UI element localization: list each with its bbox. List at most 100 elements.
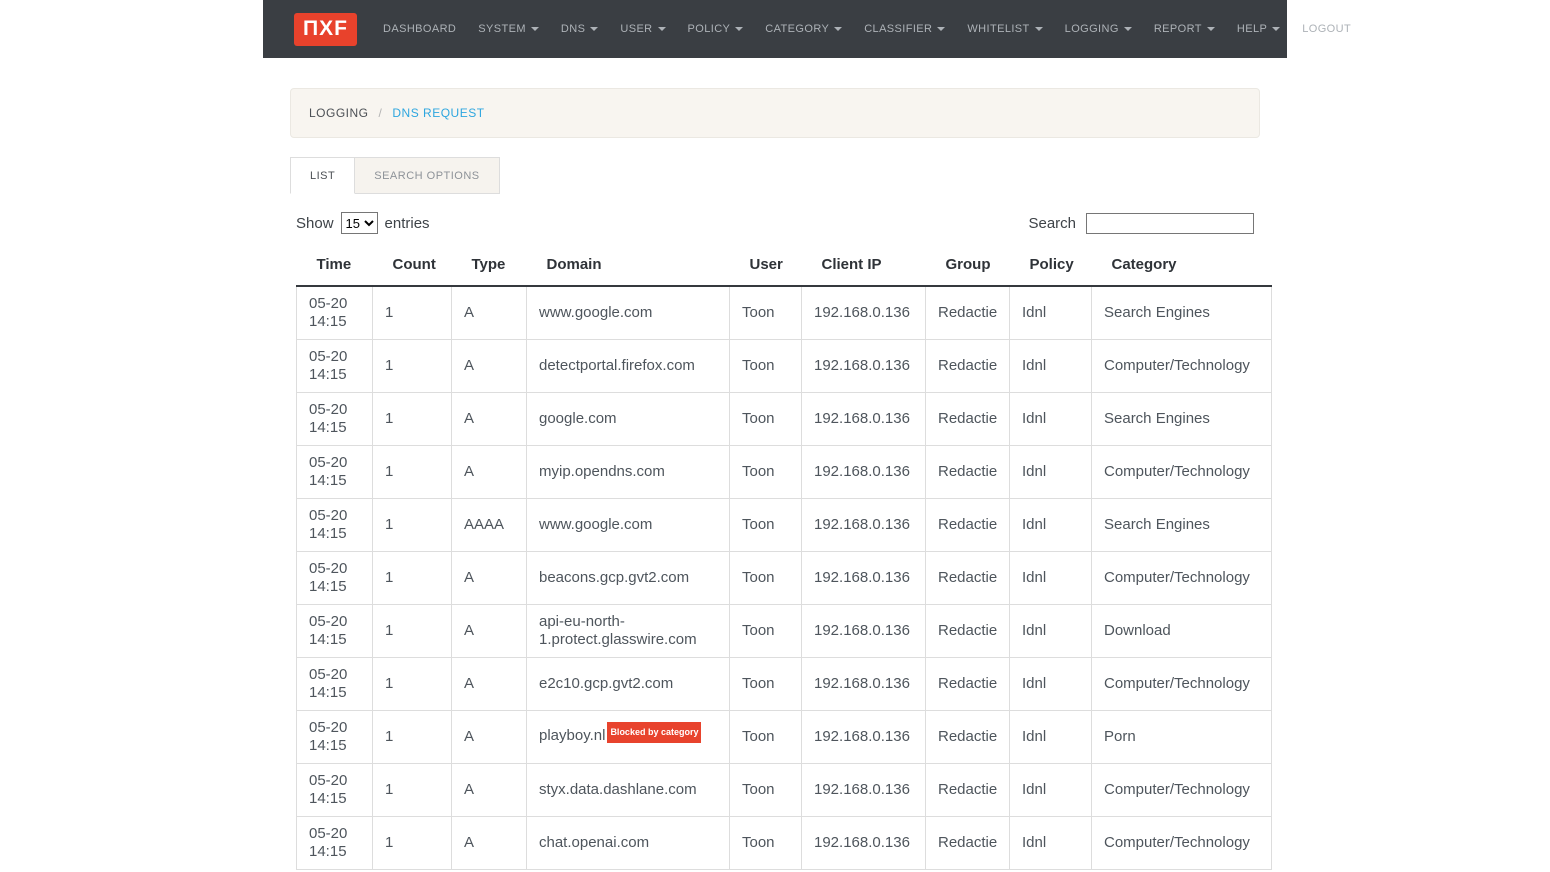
cell-type: A: [452, 286, 527, 340]
page-size-control: Show 15 entries: [296, 212, 430, 234]
column-header-client_ip[interactable]: Client IP: [802, 246, 926, 286]
cell-policy: Idnl: [1010, 393, 1092, 446]
search-input[interactable]: [1086, 213, 1254, 234]
cell-user: Toon: [730, 499, 802, 552]
cell-type: A: [452, 764, 527, 817]
cell-group: Redactie: [926, 605, 1010, 658]
nav-item-dashboard[interactable]: DASHBOARD: [372, 13, 467, 45]
cell-user: Toon: [730, 764, 802, 817]
nav-item-logging[interactable]: LOGGING: [1054, 13, 1143, 45]
cell-count: 1: [373, 817, 452, 870]
table-row: 05-20 14:151Aplayboy.nlBlocked by catego…: [297, 711, 1272, 764]
cell-category: Computer/Technology: [1092, 552, 1272, 605]
nav-item-logout[interactable]: LOGOUT: [1291, 13, 1362, 45]
column-header-user[interactable]: User: [730, 246, 802, 286]
cell-time: 05-20 14:15: [297, 286, 373, 340]
cell-domain: styx.data.dashlane.com: [527, 764, 730, 817]
caret-down-icon: [1272, 27, 1280, 31]
domain-text: chat.openai.com: [539, 834, 649, 851]
cell-category: Search Engines: [1092, 286, 1272, 340]
breadcrumb: LOGGING / DNS REQUEST: [290, 88, 1260, 138]
breadcrumb-section: LOGGING: [309, 106, 369, 120]
nav-item-policy[interactable]: POLICY: [677, 13, 755, 45]
cell-category: Download: [1092, 605, 1272, 658]
caret-down-icon: [590, 27, 598, 31]
nav-item-category[interactable]: CATEGORY: [754, 13, 853, 45]
tab-list[interactable]: LIST: [290, 157, 355, 194]
nav-item-report[interactable]: REPORT: [1143, 13, 1226, 45]
cell-policy: Idnl: [1010, 552, 1092, 605]
caret-down-icon: [531, 27, 539, 31]
nav-item-classifier[interactable]: CLASSIFIER: [853, 13, 956, 45]
table-row: 05-20 14:151AAAAwww.google.comToon192.16…: [297, 499, 1272, 552]
cell-count: 1: [373, 552, 452, 605]
cell-user: Toon: [730, 605, 802, 658]
cell-time: 05-20 14:15: [297, 552, 373, 605]
cell-group: Redactie: [926, 552, 1010, 605]
table-row: 05-20 14:151Abeacons.gcp.gvt2.comToon192…: [297, 552, 1272, 605]
table-row: 05-20 14:151Awww.google.comToon192.168.0…: [297, 286, 1272, 340]
cell-policy: Idnl: [1010, 286, 1092, 340]
cell-client_ip: 192.168.0.136: [802, 764, 926, 817]
column-header-category[interactable]: Category: [1092, 246, 1272, 286]
cell-count: 1: [373, 711, 452, 764]
cell-policy: Idnl: [1010, 658, 1092, 711]
cell-domain: api-eu-north-1.protect.glasswire.com: [527, 605, 730, 658]
cell-time: 05-20 14:15: [297, 658, 373, 711]
nav-item-user[interactable]: USER: [609, 13, 676, 45]
page-size-select[interactable]: 15: [341, 212, 378, 234]
breadcrumb-current-page[interactable]: DNS REQUEST: [392, 106, 484, 120]
cell-time: 05-20 14:15: [297, 711, 373, 764]
nav-item-help[interactable]: HELP: [1226, 13, 1291, 45]
cell-category: Computer/Technology: [1092, 817, 1272, 870]
show-label: Show: [296, 215, 334, 232]
cell-group: Redactie: [926, 764, 1010, 817]
caret-down-icon: [834, 27, 842, 31]
page-container: ΠXF DASHBOARDSYSTEMDNSUSERPOLICYCATEGORY…: [263, 0, 1287, 870]
cell-group: Redactie: [926, 286, 1010, 340]
cell-time: 05-20 14:15: [297, 499, 373, 552]
nav-item-system[interactable]: SYSTEM: [467, 13, 550, 45]
nav-item-dns[interactable]: DNS: [550, 13, 609, 45]
cell-policy: Idnl: [1010, 340, 1092, 393]
cell-time: 05-20 14:15: [297, 446, 373, 499]
column-header-time[interactable]: Time: [297, 246, 373, 286]
cell-domain: detectportal.firefox.com: [527, 340, 730, 393]
cell-domain: google.com: [527, 393, 730, 446]
cell-domain: beacons.gcp.gvt2.com: [527, 552, 730, 605]
cell-type: A: [452, 393, 527, 446]
blocked-by-category-badge: Blocked by category: [607, 722, 701, 743]
app-logo[interactable]: ΠXF: [294, 13, 357, 46]
column-header-count[interactable]: Count: [373, 246, 452, 286]
column-header-domain[interactable]: Domain: [527, 246, 730, 286]
cell-time: 05-20 14:15: [297, 764, 373, 817]
search-label: Search: [1028, 215, 1076, 232]
cell-client_ip: 192.168.0.136: [802, 552, 926, 605]
cell-group: Redactie: [926, 393, 1010, 446]
cell-client_ip: 192.168.0.136: [802, 499, 926, 552]
cell-type: A: [452, 446, 527, 499]
nav-item-whitelist[interactable]: WHITELIST: [956, 13, 1053, 45]
cell-domain: e2c10.gcp.gvt2.com: [527, 658, 730, 711]
cell-user: Toon: [730, 340, 802, 393]
tab-search-options[interactable]: SEARCH OPTIONS: [355, 157, 499, 194]
column-header-type[interactable]: Type: [452, 246, 527, 286]
table-row: 05-20 14:151Amyip.opendns.comToon192.168…: [297, 446, 1272, 499]
cell-category: Computer/Technology: [1092, 446, 1272, 499]
table-row: 05-20 14:151Ae2c10.gcp.gvt2.comToon192.1…: [297, 658, 1272, 711]
cell-policy: Idnl: [1010, 605, 1092, 658]
cell-domain: playboy.nlBlocked by category: [527, 711, 730, 764]
cell-type: A: [452, 658, 527, 711]
column-header-group[interactable]: Group: [926, 246, 1010, 286]
column-header-policy[interactable]: Policy: [1010, 246, 1092, 286]
cell-client_ip: 192.168.0.136: [802, 446, 926, 499]
cell-category: Porn: [1092, 711, 1272, 764]
cell-category: Search Engines: [1092, 393, 1272, 446]
caret-down-icon: [937, 27, 945, 31]
cell-count: 1: [373, 286, 452, 340]
cell-domain: myip.opendns.com: [527, 446, 730, 499]
cell-user: Toon: [730, 817, 802, 870]
cell-time: 05-20 14:15: [297, 340, 373, 393]
cell-count: 1: [373, 764, 452, 817]
cell-time: 05-20 14:15: [297, 817, 373, 870]
